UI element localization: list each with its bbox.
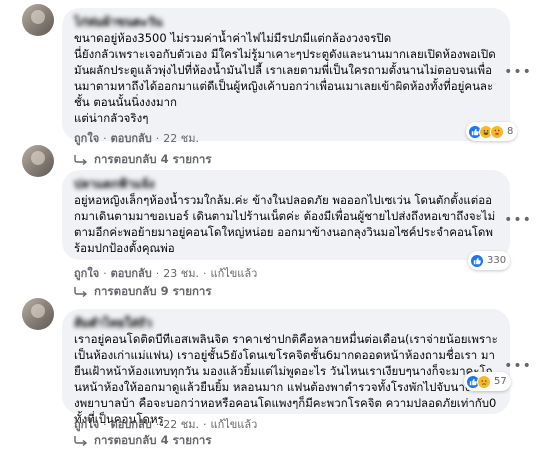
avatar[interactable] bbox=[22, 145, 54, 177]
reply-button[interactable]: ตอบกลับ bbox=[111, 129, 152, 147]
reaction-summary[interactable]: 57 bbox=[464, 372, 511, 391]
separator-dot: · bbox=[155, 417, 160, 431]
reaction-summary[interactable]: 330 bbox=[468, 251, 511, 270]
more-options-button[interactable]: ••• bbox=[504, 206, 532, 234]
view-replies-link[interactable]: การตอบกลับ 4 รายการ bbox=[74, 151, 212, 169]
comment-actions: ถูกใจ · ตอบกลับ · 23 ชม. · แก้ไขแล้ว bbox=[74, 264, 257, 282]
separator-dot: · bbox=[103, 417, 107, 431]
view-replies-label: การตอบกลับ 4 รายการ bbox=[94, 152, 212, 166]
comment-actions: ถูกใจ · ตอบกลับ · 22 ชม. · แก้ไขแล้ว bbox=[74, 415, 257, 433]
avatar[interactable] bbox=[22, 4, 54, 36]
view-replies-link[interactable]: การตอบกลับ 4 รายการ bbox=[74, 432, 212, 450]
comment-text: เราอยู่คอนโดติดบีทีเอสเพลินจิต ราคาเช่าป… bbox=[74, 332, 498, 426]
care-icon bbox=[490, 124, 504, 139]
comment-bubble: ไก่ห่มผ้าขนตะวัน ขนาดอยู่ห้อง3500 ไม่รวม… bbox=[62, 8, 510, 141]
sad-icon bbox=[477, 374, 491, 389]
separator-dot: · bbox=[103, 131, 107, 145]
reply-arrow-icon bbox=[74, 287, 88, 297]
comment-bubble: ส้มตำไทยใส่ถั่ว เราอยู่คอนโดติดบีทีเอสเพ… bbox=[62, 309, 510, 426]
reply-arrow-icon bbox=[74, 155, 88, 165]
comment-timestamp[interactable]: 22 ชม. bbox=[163, 415, 199, 433]
reply-button[interactable]: ตอบกลับ bbox=[111, 264, 152, 282]
like-button[interactable]: ถูกใจ bbox=[74, 264, 99, 282]
separator-dot: · bbox=[202, 417, 207, 431]
comment-author[interactable]: ส้มตำไทยใส่ถั่ว bbox=[74, 316, 498, 331]
separator-dot: · bbox=[103, 266, 107, 280]
separator-dot: · bbox=[155, 266, 160, 280]
edited-label[interactable]: แก้ไขแล้ว bbox=[210, 415, 257, 433]
reaction-count: 8 bbox=[507, 126, 514, 137]
view-replies-link[interactable]: การตอบกลับ 9 รายการ bbox=[74, 283, 212, 301]
comment-author[interactable]: ไก่ห่มผ้าขนตะวัน bbox=[74, 15, 498, 30]
reply-button[interactable]: ตอบกลับ bbox=[111, 415, 152, 433]
comment-timestamp[interactable]: 22 ชม. bbox=[163, 129, 199, 147]
edited-label[interactable]: แก้ไขแล้ว bbox=[210, 264, 257, 282]
comment-actions: ถูกใจ · ตอบกลับ · 22 ชม. bbox=[74, 129, 199, 147]
separator-dot: · bbox=[202, 266, 207, 280]
like-button[interactable]: ถูกใจ bbox=[74, 129, 99, 147]
comment-timestamp[interactable]: 23 ชม. bbox=[163, 264, 199, 282]
reaction-summary[interactable]: 8 bbox=[466, 122, 518, 141]
more-options-button[interactable]: ••• bbox=[504, 58, 532, 86]
like-icon bbox=[470, 253, 484, 268]
comment-author[interactable]: ปลาแดกฟ้าแจ้ง bbox=[74, 177, 498, 192]
separator-dot: · bbox=[155, 131, 160, 145]
like-button[interactable]: ถูกใจ bbox=[74, 415, 99, 433]
reply-arrow-icon bbox=[74, 436, 88, 446]
comment-bubble: ปลาแดกฟ้าแจ้ง อยู่หอหญิงเล็กๆห้องน้ำรวมใ… bbox=[62, 170, 510, 260]
view-replies-label: การตอบกลับ 9 รายการ bbox=[94, 284, 212, 298]
reaction-count: 330 bbox=[487, 255, 507, 266]
reaction-count: 57 bbox=[494, 376, 507, 387]
view-replies-label: การตอบกลับ 4 รายการ bbox=[94, 433, 212, 447]
comment-text: อยู่หอหญิงเล็กๆห้องน้ำรวมใกล้ม.ค่ะ ข้างใ… bbox=[74, 193, 496, 255]
comment-text: ขนาดอยู่ห้อง3500 ไม่รวมค่าน้ำค่าไฟไม่มีร… bbox=[74, 31, 496, 125]
avatar[interactable] bbox=[22, 298, 54, 330]
